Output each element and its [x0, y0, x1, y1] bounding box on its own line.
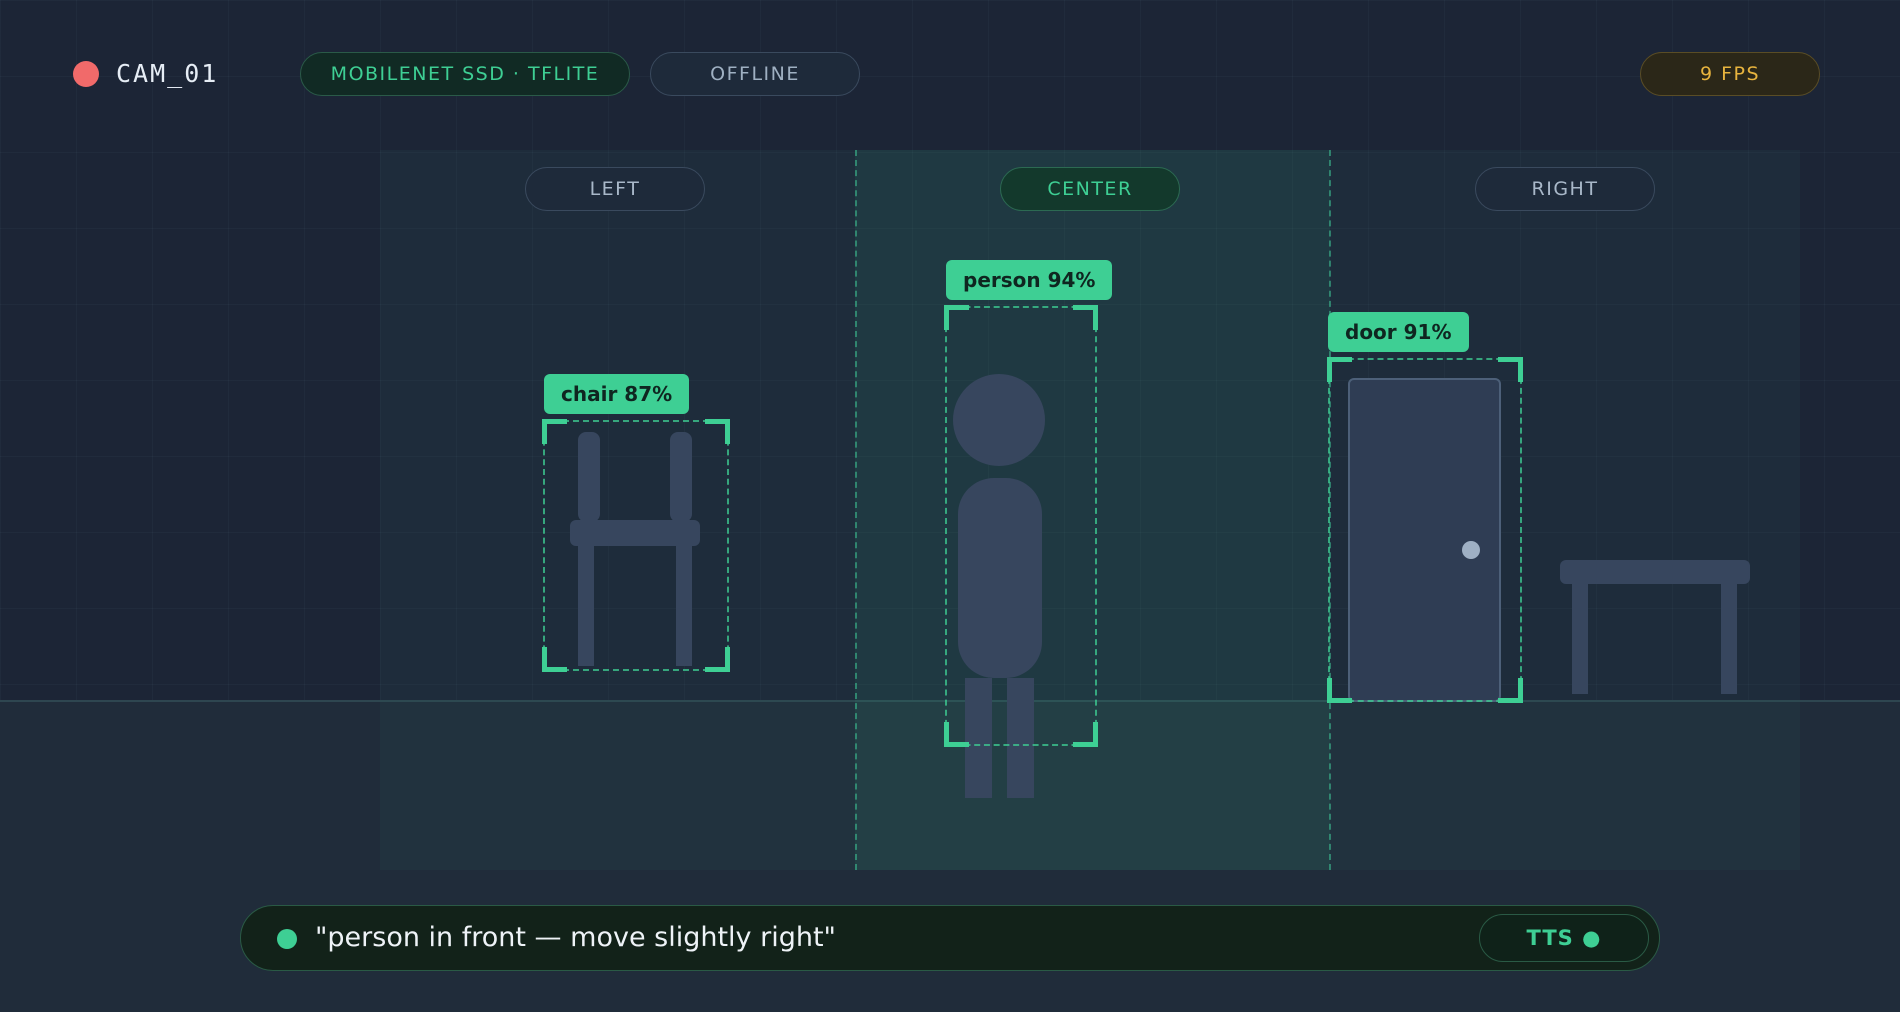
model-badge: MOBILENET SSD · TFLITE: [300, 52, 630, 96]
chair-detection-box[interactable]: [542, 419, 730, 672]
zone-label-right: RIGHT: [1475, 167, 1655, 211]
person-detection-box[interactable]: [944, 305, 1098, 747]
door-detection-box[interactable]: [1327, 357, 1523, 703]
fps-badge: 9 FPS: [1640, 52, 1820, 96]
table-leg-left: [1572, 582, 1588, 694]
door-detection-label: door 91%: [1328, 312, 1469, 352]
table-leg-right: [1721, 582, 1737, 694]
table-top: [1560, 560, 1750, 584]
zone-label-left: LEFT: [525, 167, 705, 211]
speech-caption-bar: "person in front — move slightly right" …: [240, 905, 1660, 971]
speaking-dot-icon: [277, 929, 297, 949]
connection-status-badge: OFFLINE: [650, 52, 860, 96]
tts-toggle-button[interactable]: TTS ●: [1479, 914, 1649, 962]
zone-divider-left: [855, 150, 857, 870]
chair-detection-label: chair 87%: [544, 374, 690, 414]
camera-name: CAM_01: [116, 59, 219, 88]
zone-label-center: CENTER: [1000, 167, 1180, 211]
person-detection-label: person 94%: [946, 260, 1113, 300]
speech-caption-text: "person in front — move slightly right": [315, 922, 836, 953]
record-dot-icon: [73, 61, 99, 87]
